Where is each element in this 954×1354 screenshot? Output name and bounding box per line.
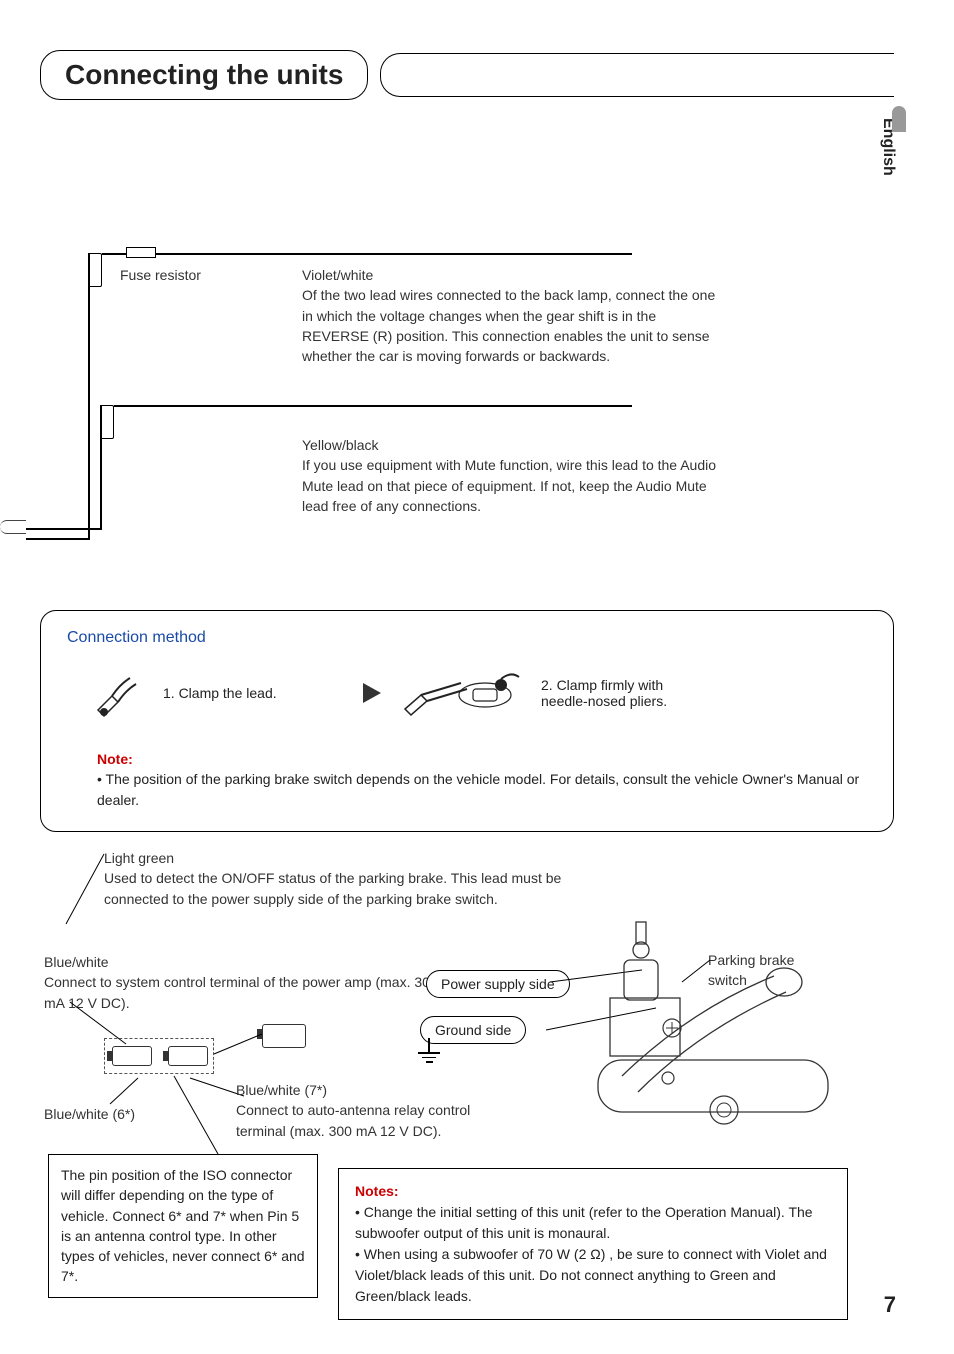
- blue-white-6-label: Blue/white (6*): [44, 1104, 135, 1124]
- violet-white-block: Violet/white Of the two lead wires conne…: [302, 265, 722, 366]
- violet-white-color: Violet/white: [302, 265, 722, 285]
- iso-note-text: The pin position of the ISO connector wi…: [61, 1167, 305, 1284]
- step1-label: 1. Clamp the lead.: [163, 685, 283, 701]
- light-green-body: Used to detect the ON/OFF status of the …: [104, 868, 604, 909]
- wire-node: [88, 253, 102, 287]
- clamp-icon-2: [401, 665, 521, 721]
- note-heading: Note:: [67, 751, 867, 767]
- yellow-black-block: Yellow/black If you use equipment with M…: [302, 435, 722, 516]
- notes-box: Notes: • Change the initial setting of t…: [338, 1168, 848, 1320]
- fuse-resistor-label: Fuse resistor: [120, 265, 201, 285]
- light-green-block: Light green Used to detect the ON/OFF st…: [104, 848, 604, 909]
- ground-icon: [418, 1052, 440, 1063]
- title-bar: Connecting the units: [40, 50, 894, 100]
- blue-white-7-block: Blue/white (7*) Connect to auto-antenna …: [236, 1080, 516, 1141]
- connection-method-note: Note: • The position of the parking brak…: [67, 751, 867, 811]
- ground-side-label: Ground side: [420, 1016, 526, 1044]
- wire-node: [100, 405, 114, 439]
- step2-label: 2. Clamp firmly with needle-nosed pliers…: [541, 677, 701, 709]
- page-title: Connecting the units: [40, 50, 368, 100]
- parking-brake-icon: [580, 900, 850, 1140]
- upper-diagram: Fuse resistor Violet/white Of the two le…: [40, 270, 894, 600]
- blue-white-7-body: Connect to auto-antenna relay control te…: [236, 1100, 516, 1141]
- light-green-head: Light green: [104, 848, 604, 868]
- connection-method-title: Connection method: [67, 629, 867, 647]
- blue-white-7-label: Blue/white (7*): [236, 1080, 516, 1100]
- pointer-line: [64, 852, 106, 926]
- connection-method-box: Connection method 1. Clamp the lead. 2. …: [40, 610, 894, 832]
- notes-heading: Notes:: [355, 1181, 831, 1202]
- yellow-black-desc: If you use equipment with Mute function,…: [302, 455, 722, 516]
- blue-white-head: Blue/white: [44, 952, 444, 972]
- notes-item-2: • When using a subwoofer of 70 W (2 Ω) ,…: [355, 1244, 831, 1307]
- note-body: • The position of the parking brake swit…: [67, 769, 867, 811]
- page-number: 7: [884, 1292, 896, 1318]
- clamp-icon-1: [87, 665, 143, 721]
- yellow-black-color: Yellow/black: [302, 435, 722, 455]
- title-right-decor: [380, 53, 894, 97]
- notes-item-1: • Change the initial setting of this uni…: [355, 1202, 831, 1244]
- violet-white-desc: Of the two lead wires connected to the b…: [302, 285, 722, 366]
- lower-diagram: Light green Used to detect the ON/OFF st…: [40, 846, 894, 1326]
- language-tab: English: [876, 110, 900, 220]
- fuse-resistor-icon: [126, 247, 156, 258]
- arrow-right-icon: [363, 683, 381, 703]
- iso-note-box: The pin position of the ISO connector wi…: [48, 1154, 318, 1298]
- pointer-line: [172, 1074, 232, 1158]
